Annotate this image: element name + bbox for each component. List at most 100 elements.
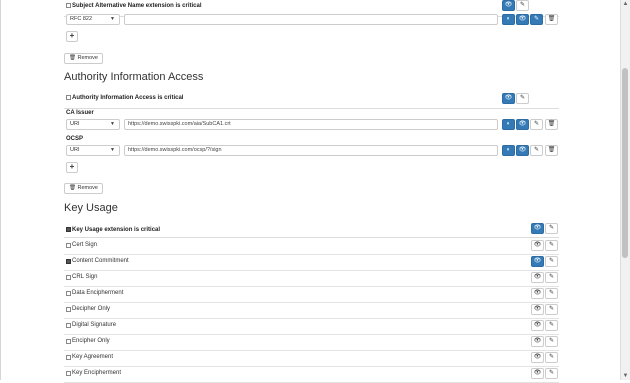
ku-row: Decipher Only <box>64 302 559 319</box>
san-critical-label: Subject Alternative Name extension is cr… <box>72 3 202 9</box>
ku-view-button[interactable]: 👁 <box>531 288 544 299</box>
ku-checkbox[interactable] <box>66 243 71 248</box>
trash-icon: 🗑 <box>547 147 556 153</box>
pencil-icon: ✎ <box>519 2 526 8</box>
san-remove-label: Remove <box>77 55 98 61</box>
ca-issuer-toggle-button[interactable]: ◐ <box>502 119 515 130</box>
ku-label: Key Encipherment <box>72 370 122 376</box>
vertical-scrollbar[interactable]: ▲ ▼ <box>620 0 630 380</box>
eye-icon: 👁 <box>504 95 513 101</box>
ku-edit-button[interactable]: ✎ <box>545 336 558 347</box>
san-remove-button[interactable]: 🗑 Remove <box>64 53 103 64</box>
caret-down-icon: ▼ <box>110 147 115 153</box>
ca-issuer-delete-button[interactable]: 🗑 <box>545 119 558 130</box>
ku-row: Cert Sign <box>64 238 559 255</box>
ku-view-button[interactable]: 👁 <box>531 336 544 347</box>
aia-title: Authority Information Access <box>64 71 204 83</box>
ku-view-button[interactable]: 👁 <box>531 256 544 267</box>
toggle-icon: ◐ <box>506 16 511 22</box>
ca-issuer-edit-button[interactable]: ✎ <box>530 119 543 130</box>
ku-checkbox[interactable] <box>66 339 71 344</box>
ca-issuer-view-button[interactable]: 👁 <box>516 119 529 130</box>
eye-icon: 👁 <box>533 274 542 280</box>
ku-checkbox[interactable] <box>66 307 71 312</box>
ku-checkbox[interactable] <box>66 355 71 360</box>
ku-critical-row: Key Usage extension is critical <box>64 222 559 238</box>
ku-label: Encipher Only <box>72 338 110 344</box>
ku-edit-button[interactable]: ✎ <box>545 304 558 315</box>
pencil-icon: ✎ <box>548 274 555 280</box>
eye-icon: 👁 <box>518 147 527 153</box>
ku-edit-button[interactable]: ✎ <box>545 352 558 363</box>
eye-icon: 👁 <box>504 2 513 8</box>
ku-edit-button[interactable]: ✎ <box>545 240 558 251</box>
ku-view-button[interactable]: 👁 <box>531 304 544 315</box>
ca-issuer-url-input[interactable]: https://demo.swisspki.com/aia/SubCA1.crt <box>124 119 498 130</box>
ku-checkbox[interactable] <box>66 323 71 328</box>
ca-issuer-type-select[interactable]: URI ▼ <box>66 119 120 130</box>
eye-icon: 👁 <box>533 338 542 344</box>
san-edit-button[interactable]: ✎ <box>516 0 529 11</box>
ku-edit-button[interactable]: ✎ <box>545 368 558 379</box>
san-value-input[interactable] <box>124 14 498 25</box>
ocsp-toggle-button[interactable]: ◐ <box>502 145 515 156</box>
trash-icon: 🗑 <box>547 121 556 127</box>
aia-eye-button[interactable]: 👁 <box>502 93 515 104</box>
san-toggle-button[interactable]: ◐ <box>502 14 515 25</box>
scroll-up-arrow-icon[interactable]: ▲ <box>621 0 630 8</box>
san-eye-button[interactable]: 👁 <box>502 0 515 11</box>
scroll-thumb[interactable] <box>622 68 628 258</box>
pencil-icon: ✎ <box>548 306 555 312</box>
aia-critical-checkbox[interactable] <box>66 95 71 100</box>
aia-remove-button[interactable]: 🗑 Remove <box>64 183 103 194</box>
ku-critical-checkbox[interactable] <box>66 227 71 232</box>
ocsp-view-button[interactable]: 👁 <box>516 145 529 156</box>
ku-edit-button[interactable]: ✎ <box>545 288 558 299</box>
key-usage-title: Key Usage <box>64 202 118 214</box>
ku-row: Data Encipherment <box>64 286 559 303</box>
ku-view-button[interactable]: 👁 <box>531 352 544 363</box>
ku-checkbox[interactable] <box>66 371 71 376</box>
ku-view-button[interactable]: 👁 <box>531 368 544 379</box>
ku-edit-button[interactable]: ✎ <box>545 223 558 234</box>
caret-down-icon: ▼ <box>110 16 115 22</box>
ocsp-type-select[interactable]: URI ▼ <box>66 145 120 156</box>
ku-view-button[interactable]: 👁 <box>531 272 544 283</box>
san-view-button[interactable]: 👁 <box>516 14 529 25</box>
ku-eye-button[interactable]: 👁 <box>531 223 544 234</box>
san-type-select[interactable]: RFC 822 ▼ <box>66 14 120 25</box>
ku-label: Decipher Only <box>72 306 111 312</box>
ku-checkbox[interactable] <box>66 291 71 296</box>
san-critical-checkbox[interactable] <box>66 3 71 8</box>
eye-icon: 👁 <box>533 258 542 264</box>
pencil-icon: ✎ <box>548 322 555 328</box>
ku-edit-button[interactable]: ✎ <box>545 320 558 331</box>
aia-edit-button[interactable]: ✎ <box>516 93 529 104</box>
aia-add-button[interactable]: + <box>66 162 78 173</box>
ku-edit-button[interactable]: ✎ <box>545 256 558 267</box>
ocsp-edit-button[interactable]: ✎ <box>530 145 543 156</box>
ocsp-delete-button[interactable]: 🗑 <box>545 145 558 156</box>
pencil-icon: ✎ <box>548 370 555 376</box>
ku-edit-button[interactable]: ✎ <box>545 272 558 283</box>
ku-critical-label: Key Usage extension is critical <box>72 227 161 233</box>
pencil-icon: ✎ <box>519 95 526 101</box>
san-edit-row-button[interactable]: ✎ <box>530 14 543 25</box>
san-add-button[interactable]: + <box>66 31 78 42</box>
ku-view-button[interactable]: 👁 <box>531 320 544 331</box>
ocsp-label: OCSP <box>66 136 84 142</box>
ku-row: Key Agreement <box>64 350 559 367</box>
ku-checkbox[interactable] <box>66 259 71 264</box>
eye-icon: 👁 <box>533 322 542 328</box>
ku-view-button[interactable]: 👁 <box>531 240 544 251</box>
pencil-icon: ✎ <box>548 242 555 248</box>
trash-icon: 🗑 <box>69 185 76 191</box>
caret-down-icon: ▼ <box>110 121 115 127</box>
ca-issuer-type-value: URI <box>70 121 80 127</box>
ocsp-type-value: URI <box>70 147 80 153</box>
san-delete-button[interactable]: 🗑 <box>545 14 558 25</box>
ocsp-url-input[interactable]: https://demo.swisspki.com/ocsp/?/sign <box>124 145 498 156</box>
scroll-down-arrow-icon[interactable]: ▼ <box>621 372 630 380</box>
ku-checkbox[interactable] <box>66 275 71 280</box>
eye-icon: 👁 <box>533 306 542 312</box>
